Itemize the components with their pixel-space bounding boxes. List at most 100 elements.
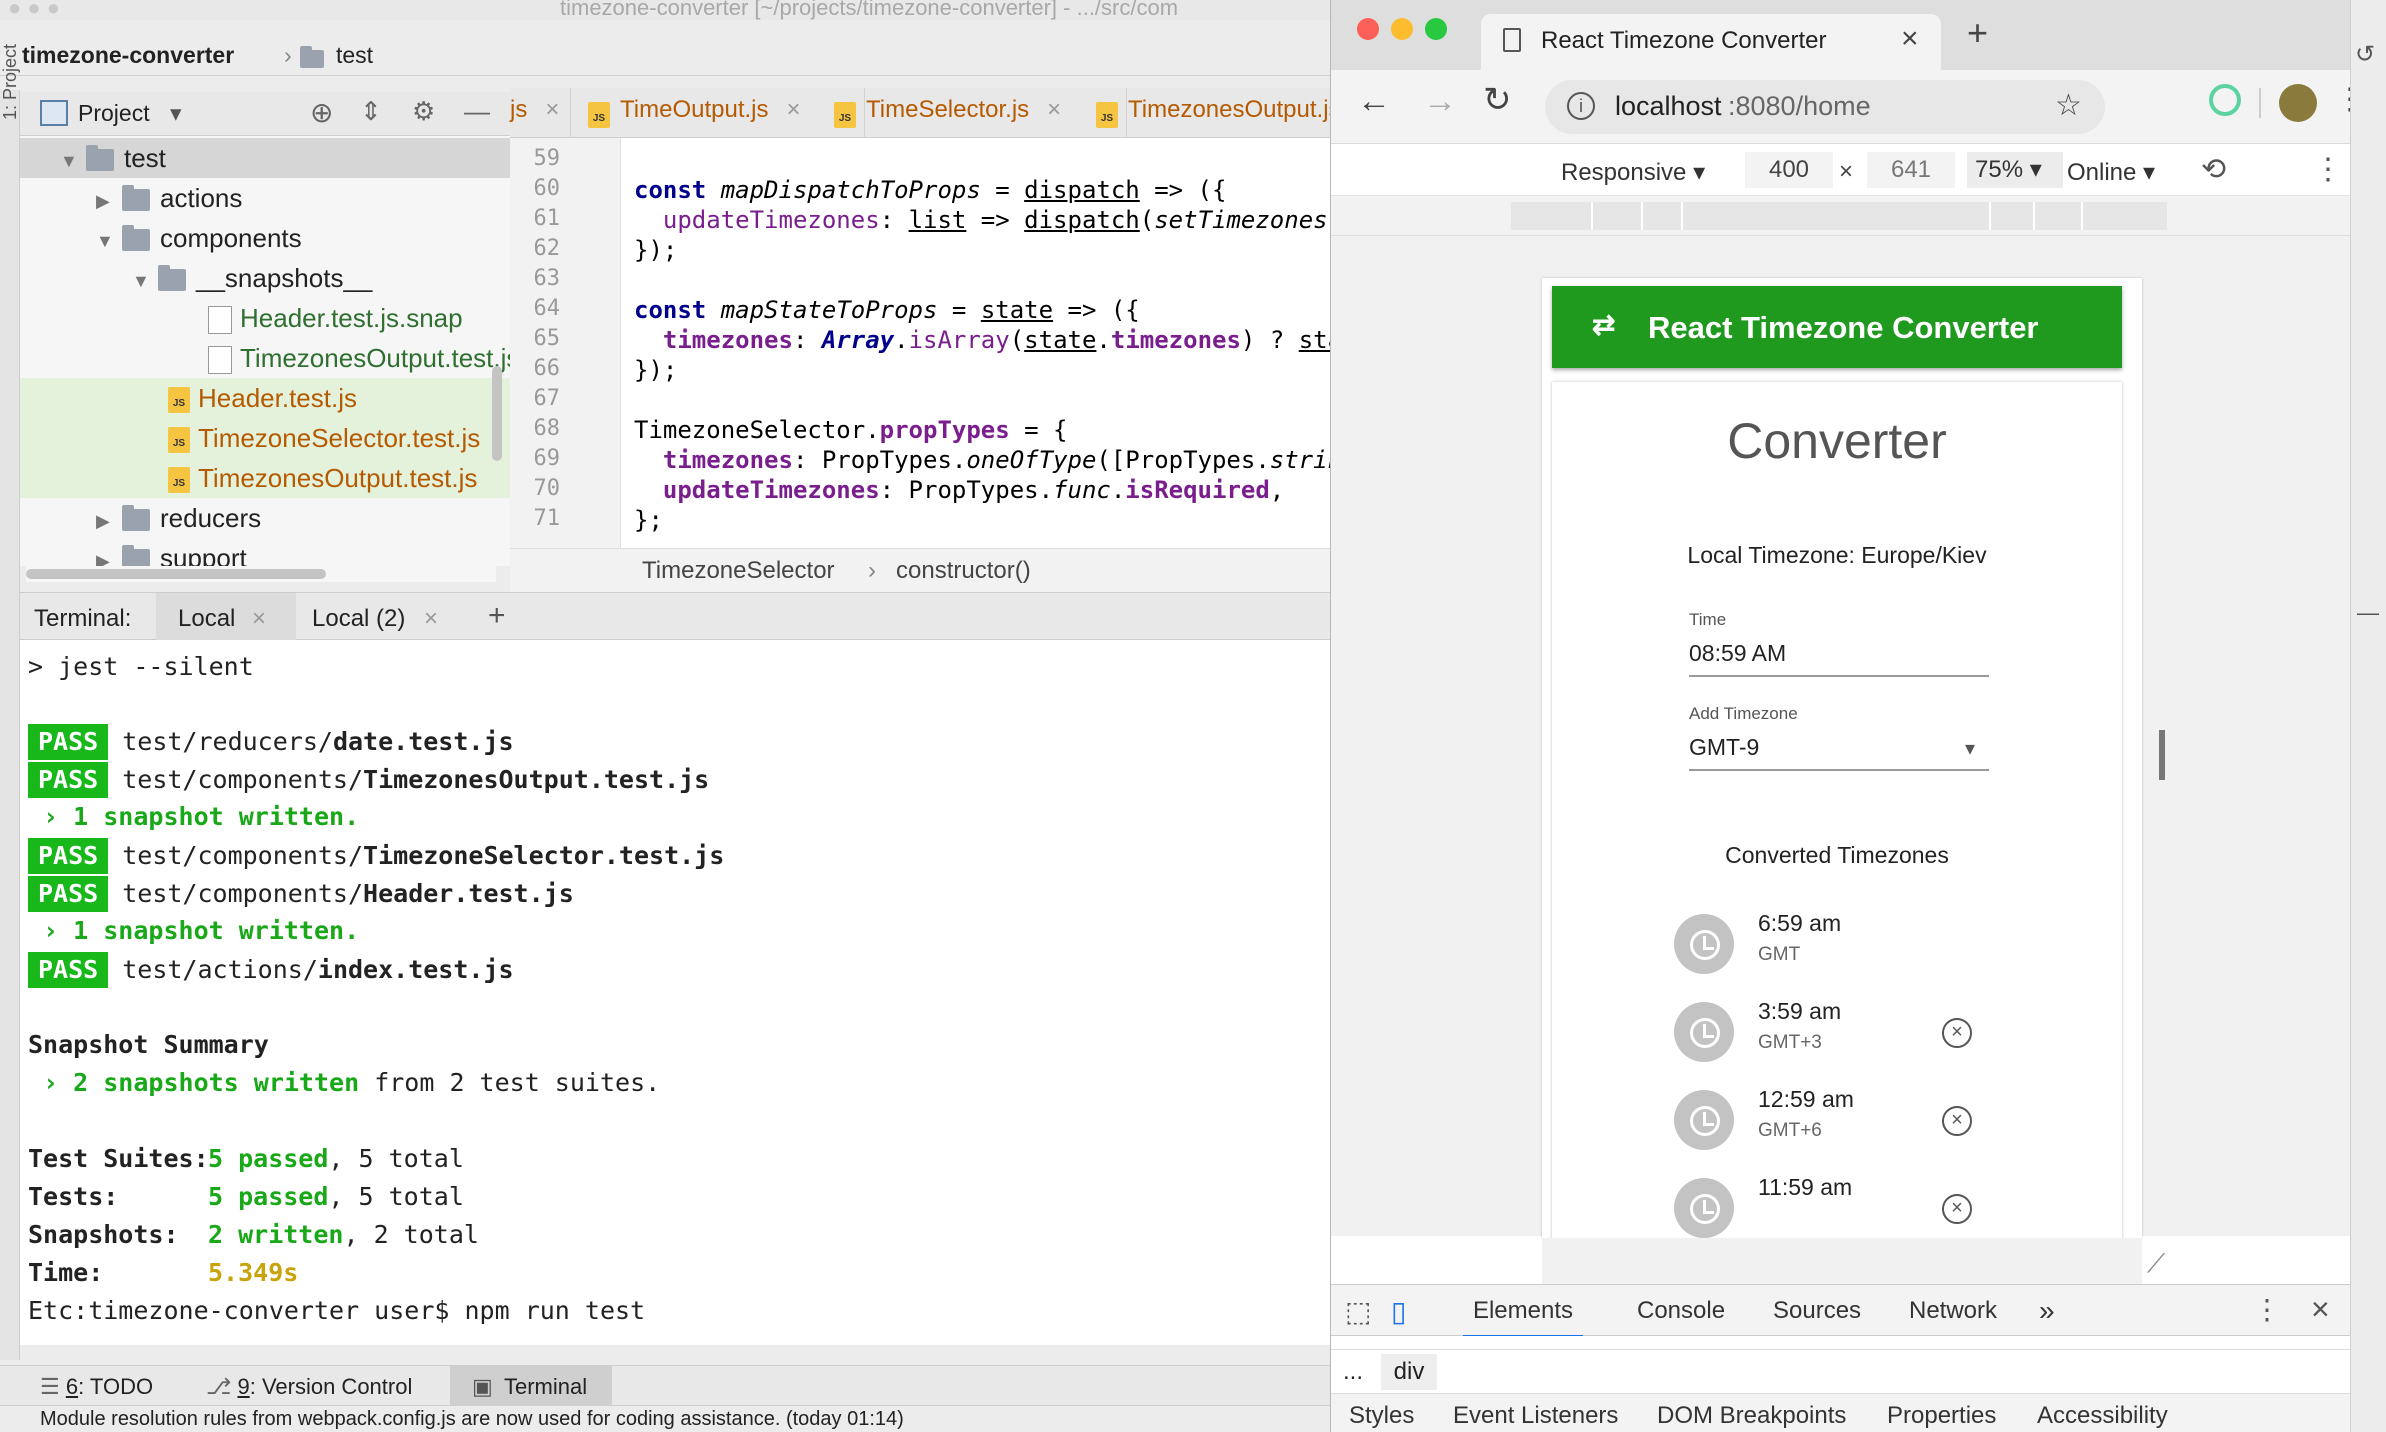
- tree-item-header-snap[interactable]: Header.test.js.snap: [208, 298, 463, 338]
- window-controls[interactable]: ● ● ●: [8, 0, 60, 19]
- chevron-right-icon: ›: [284, 42, 292, 68]
- tab-sources[interactable]: Sources: [1773, 1297, 1861, 1325]
- project-tool-label[interactable]: 1: Project: [0, 44, 21, 120]
- more-options-icon[interactable]: ⋮: [2313, 152, 2343, 187]
- remove-icon[interactable]: ×: [1942, 1194, 1972, 1224]
- tree-item-components[interactable]: ▼ components: [96, 218, 302, 258]
- network-throttle-select[interactable]: Online ▾: [2067, 158, 2155, 187]
- subtab-properties[interactable]: Properties: [1887, 1402, 1996, 1430]
- inspect-icon[interactable]: ⬚: [1345, 1295, 1371, 1328]
- rotate-icon[interactable]: ⟲: [2201, 152, 2226, 187]
- more-tabs-button[interactable]: »: [2039, 1295, 2055, 1327]
- close-icon[interactable]: ×: [1047, 96, 1061, 123]
- project-panel-title[interactable]: Project: [78, 100, 150, 127]
- tree-item-timezonesoutput-snap[interactable]: TimezonesOutput.test.js.snap: [208, 338, 510, 378]
- crumb-div[interactable]: div: [1381, 1354, 1437, 1390]
- device-toggle-icon[interactable]: ▯: [1391, 1295, 1406, 1328]
- tree-item-timezonesoutput-test[interactable]: JS TimezonesOutput.test.js: [20, 458, 510, 498]
- maximize-window-button[interactable]: [1425, 18, 1447, 40]
- remove-icon[interactable]: ×: [1942, 1106, 1972, 1136]
- tab-elements[interactable]: Elements: [1463, 1297, 1583, 1338]
- todo-tab[interactable]: ☰ 6: TODO: [40, 1374, 153, 1400]
- device-mode-select[interactable]: Responsive ▾: [1561, 158, 1705, 187]
- tree-item-timezoneselector-test[interactable]: JS TimezoneSelector.test.js: [20, 418, 510, 458]
- close-window-button[interactable]: [1357, 18, 1379, 40]
- subtab-accessibility[interactable]: Accessibility: [2037, 1402, 2168, 1430]
- reload-icon[interactable]: ↻: [1483, 80, 1512, 120]
- code-editor[interactable]: 59 60 61 62 63 64 65 66 67 68 69 70 71 c…: [510, 138, 1330, 548]
- code-line: TimezoneSelector.propTypes = {: [634, 416, 1068, 444]
- tree-item-actions[interactable]: ▶ actions: [96, 178, 242, 218]
- time-field[interactable]: Time 08:59 AM: [1689, 610, 1989, 677]
- version-control-tab[interactable]: ⎇ 9: Version Control: [206, 1374, 412, 1400]
- add-timezone-select[interactable]: GMT-9 ▾: [1689, 734, 1989, 771]
- crumb-ellipsis[interactable]: ...: [1343, 1358, 1363, 1386]
- browser-tab[interactable]: React Timezone Converter ×: [1481, 14, 1941, 70]
- tab-timeoutput[interactable]: JS TimeOutput.js ×: [580, 88, 865, 138]
- bookmark-star-icon[interactable]: ☆: [2055, 88, 2082, 123]
- terminal-tab-local-2[interactable]: Local (2) ×: [312, 593, 462, 640]
- extension-icon[interactable]: [2209, 84, 2241, 116]
- breadcrumb-folder[interactable]: test: [336, 42, 373, 69]
- collapse-icon[interactable]: ⇕: [360, 96, 382, 127]
- more-options-icon[interactable]: ⋮: [2253, 1293, 2281, 1326]
- time-label: Time: [1689, 610, 1727, 629]
- subtab-styles[interactable]: Styles: [1349, 1402, 1414, 1430]
- tree-item-snapshots[interactable]: ▼ __snapshots__: [132, 258, 372, 298]
- new-tab-button[interactable]: +: [1967, 12, 1988, 54]
- hide-icon[interactable]: —: [2357, 600, 2379, 626]
- left-tool-strip: 1: Project: [0, 44, 20, 1360]
- tree-item-support[interactable]: ▶ support: [96, 538, 247, 566]
- resize-handle-right[interactable]: [2159, 730, 2165, 780]
- zoom-select[interactable]: 75% ▾: [1967, 152, 2063, 188]
- tree-h-scrollbar[interactable]: [26, 569, 326, 579]
- status-message: Module resolution rules from webpack.con…: [40, 1408, 904, 1430]
- tab-network[interactable]: Network: [1909, 1297, 1997, 1325]
- ruler-segment[interactable]: [1511, 202, 2167, 230]
- tree-item-header-test[interactable]: JS Header.test.js: [20, 378, 510, 418]
- close-devtools-icon[interactable]: ×: [2311, 1291, 2330, 1328]
- line-number: 59: [533, 146, 561, 171]
- close-icon[interactable]: ×: [252, 605, 266, 633]
- viewport-height-input[interactable]: 641: [1867, 152, 1955, 188]
- avatar[interactable]: [2279, 84, 2317, 122]
- tab-timeselector[interactable]: JS TimeSelector.js ×: [826, 88, 1127, 138]
- crumb-class[interactable]: TimezoneSelector: [642, 557, 835, 585]
- terminal-tab-local[interactable]: Local ×: [156, 593, 296, 640]
- crumb-method[interactable]: constructor(): [896, 557, 1031, 585]
- close-icon[interactable]: ×: [424, 605, 438, 633]
- breadcrumb-project[interactable]: timezone-converter: [22, 42, 234, 69]
- locate-icon[interactable]: ⊕: [310, 96, 333, 129]
- tree-item-reducers[interactable]: ▶ reducers: [96, 498, 261, 538]
- info-icon[interactable]: i: [1567, 92, 1595, 120]
- remove-icon[interactable]: ×: [1942, 1018, 1972, 1048]
- undo-icon[interactable]: ↺: [2355, 40, 2375, 69]
- close-icon[interactable]: ×: [1901, 22, 1919, 56]
- gear-icon[interactable]: ⚙: [412, 96, 435, 127]
- add-timezone-field[interactable]: Add Timezone GMT-9 ▾: [1689, 704, 1989, 771]
- back-icon[interactable]: ←: [1357, 82, 1391, 121]
- time-input[interactable]: 08:59 AM: [1689, 640, 1989, 677]
- address-bar[interactable]: i localhost :8080/home ☆: [1545, 80, 2105, 134]
- terminal-output[interactable]: > jest --silent PASS test/reducers/date.t…: [20, 640, 1330, 1345]
- subtab-dom-breakpoints[interactable]: DOM Breakpoints: [1657, 1402, 1846, 1430]
- close-icon[interactable]: ×: [787, 96, 801, 123]
- add-terminal-button[interactable]: +: [488, 599, 506, 633]
- terminal-tool-tab[interactable]: ▣ Terminal: [450, 1366, 612, 1406]
- line-number: 60: [533, 176, 561, 201]
- tree-item-test[interactable]: ▼ test: [20, 138, 510, 178]
- forward-icon[interactable]: →: [1423, 82, 1457, 121]
- devtools-subtabs: Styles Event Listeners DOM Breakpoints P…: [1331, 1394, 2351, 1432]
- chevron-down-icon[interactable]: ▾: [170, 100, 182, 127]
- viewport-width-input[interactable]: 400: [1745, 152, 1833, 188]
- tree-scrollbar[interactable]: [492, 366, 502, 461]
- hide-icon[interactable]: —: [464, 96, 490, 127]
- stats-row: Snapshots: 2 written, 2 total: [28, 1220, 479, 1249]
- tab-console[interactable]: Console: [1637, 1297, 1725, 1325]
- subtab-event-listeners[interactable]: Event Listeners: [1453, 1402, 1618, 1430]
- resize-corner-icon[interactable]: ⟋: [2147, 1248, 2165, 1280]
- minimize-window-button[interactable]: [1391, 18, 1413, 40]
- tab-partial[interactable]: js ×: [510, 88, 571, 138]
- swap-icon[interactable]: ⇄: [1592, 308, 1615, 341]
- close-icon[interactable]: ×: [545, 96, 559, 123]
